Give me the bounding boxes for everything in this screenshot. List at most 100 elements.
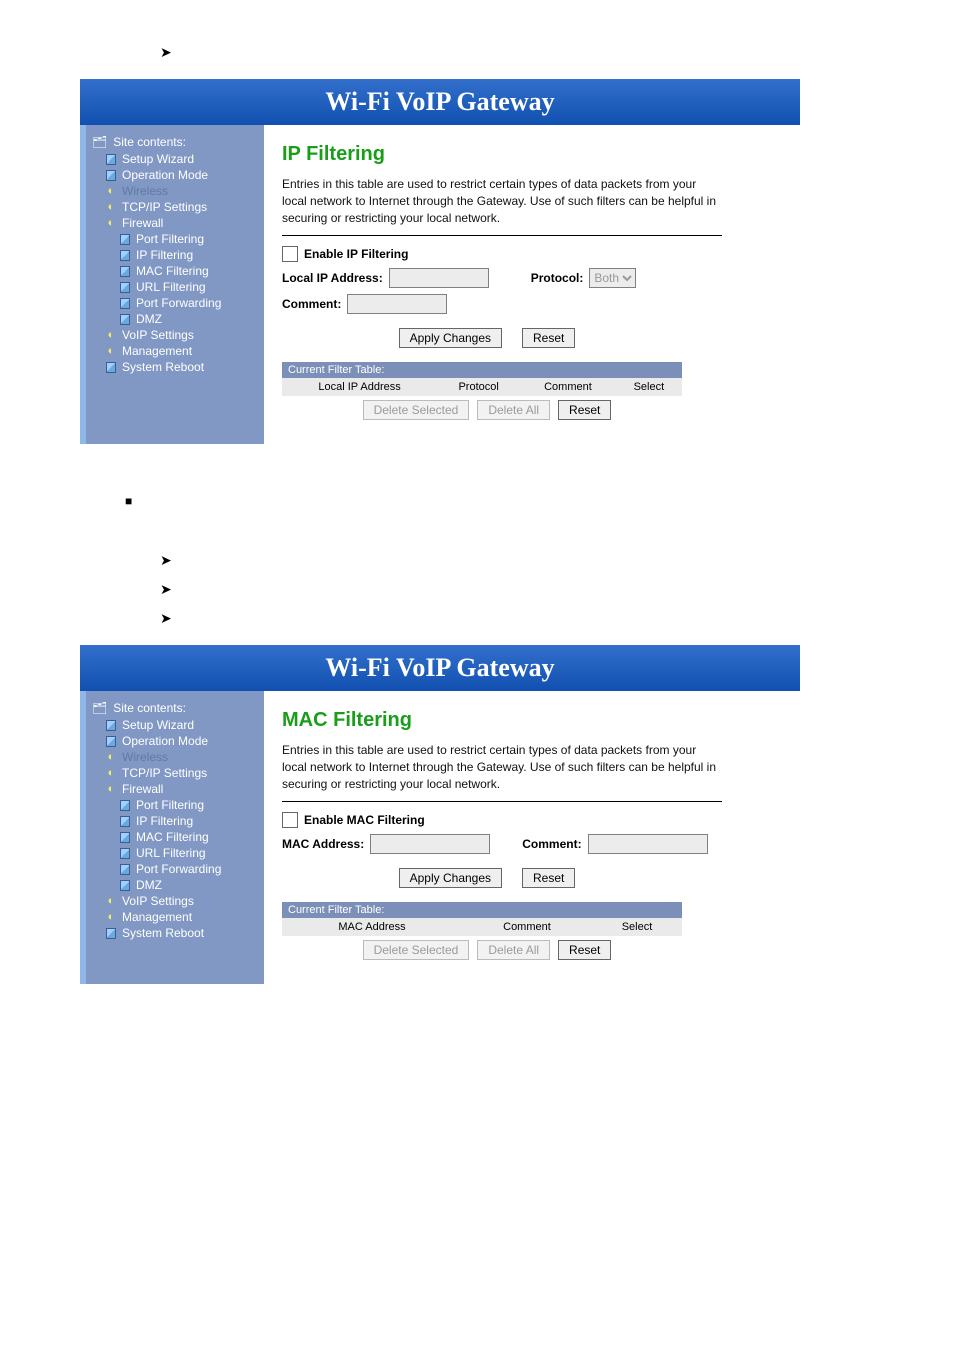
page-icon <box>120 266 130 276</box>
local-ip-input[interactable] <box>389 268 489 288</box>
table-title: Current Filter Table: <box>282 902 682 918</box>
banner-title: Wi-Fi VoIP Gateway <box>80 79 800 125</box>
col-mac-address: MAC Address <box>282 918 462 936</box>
col-comment: Comment <box>462 918 592 936</box>
page-icon <box>106 170 116 180</box>
reset-button[interactable]: Reset <box>522 328 575 348</box>
apply-changes-button[interactable]: Apply Changes <box>399 328 502 348</box>
sidebar-item-mac-filtering[interactable]: MAC Filtering <box>92 829 260 845</box>
page-icon <box>106 720 116 730</box>
page-icon <box>120 282 130 292</box>
sidebar-item-url-filtering[interactable]: URL Filtering <box>92 845 260 861</box>
sidebar-item-operation-mode[interactable]: Operation Mode <box>92 167 260 183</box>
sidebar-root-label: Site contents: <box>113 135 186 149</box>
sidebar-root-label: Site contents: <box>113 701 186 715</box>
enable-mac-filtering-checkbox[interactable] <box>282 812 298 828</box>
page-bullet-arrow: ➤ <box>0 548 954 577</box>
tree-root-icon: 🗂 <box>92 701 107 715</box>
sidebar-item-voip[interactable]: ◐VoIP Settings <box>92 327 260 343</box>
sidebar: 🗂 Site contents: Setup Wizard Operation … <box>86 125 264 444</box>
page-icon <box>120 816 130 826</box>
page-bullet-arrow: ➤ <box>0 40 954 69</box>
sidebar-item-system-reboot[interactable]: System Reboot <box>92 925 260 941</box>
page-bullet-arrow: ➤ <box>0 606 954 635</box>
sidebar-item-port-forwarding[interactable]: Port Forwarding <box>92 295 260 311</box>
comment-input[interactable] <box>588 834 708 854</box>
page-description: Entries in this table are used to restri… <box>282 742 722 793</box>
sidebar-item-setup-wizard[interactable]: Setup Wizard <box>92 151 260 167</box>
sidebar-item-management[interactable]: ◐Management <box>92 909 260 925</box>
enable-mac-filtering-label: Enable MAC Filtering <box>304 813 425 827</box>
page-bullet-arrow: ➤ <box>0 577 954 606</box>
page-icon <box>120 880 130 890</box>
sidebar-item-dmz[interactable]: DMZ <box>92 311 260 327</box>
sidebar-item-firewall[interactable]: ◐Firewall <box>92 781 260 797</box>
delete-all-button[interactable]: Delete All <box>477 940 550 960</box>
enable-ip-filtering-checkbox[interactable] <box>282 246 298 262</box>
folder-icon: ◐ <box>106 752 116 762</box>
sidebar-item-mac-filtering[interactable]: MAC Filtering <box>92 263 260 279</box>
content-area: MAC Filtering Entries in this table are … <box>264 691 800 984</box>
sidebar-item-port-forwarding[interactable]: Port Forwarding <box>92 861 260 877</box>
table-title: Current Filter Table: <box>282 362 682 378</box>
enable-ip-filtering-label: Enable IP Filtering <box>304 247 408 261</box>
sidebar-item-wireless[interactable]: ◐Wireless <box>92 183 260 199</box>
sidebar: 🗂 Site contents: Setup Wizard Operation … <box>86 691 264 984</box>
col-protocol: Protocol <box>437 378 520 396</box>
sidebar-item-dmz[interactable]: DMZ <box>92 877 260 893</box>
folder-icon: ◐ <box>106 346 116 356</box>
folder-icon: ◐ <box>106 202 116 212</box>
delete-all-button[interactable]: Delete All <box>477 400 550 420</box>
sidebar-item-operation-mode[interactable]: Operation Mode <box>92 733 260 749</box>
sidebar-item-url-filtering[interactable]: URL Filtering <box>92 279 260 295</box>
sidebar-item-setup-wizard[interactable]: Setup Wizard <box>92 717 260 733</box>
sidebar-item-tcpip[interactable]: ◐TCP/IP Settings <box>92 765 260 781</box>
page-icon <box>120 832 130 842</box>
sidebar-item-tcpip[interactable]: ◐TCP/IP Settings <box>92 199 260 215</box>
reset-table-button[interactable]: Reset <box>558 400 611 420</box>
content-area: IP Filtering Entries in this table are u… <box>264 125 800 444</box>
comment-label: Comment: <box>282 297 341 311</box>
sidebar-item-ip-filtering[interactable]: IP Filtering <box>92 813 260 829</box>
filter-table: Current Filter Table: Local IP Address P… <box>282 362 682 396</box>
col-comment: Comment <box>520 378 616 396</box>
panel-ip-filtering: Wi-Fi VoIP Gateway 🗂 Site contents: Setu… <box>80 79 800 444</box>
divider <box>282 235 722 236</box>
comment-input[interactable] <box>347 294 447 314</box>
sidebar-item-port-filtering[interactable]: Port Filtering <box>92 231 260 247</box>
page-icon <box>120 848 130 858</box>
sidebar-item-port-filtering[interactable]: Port Filtering <box>92 797 260 813</box>
page-icon <box>106 928 116 938</box>
folder-icon: ◐ <box>106 912 116 922</box>
folder-icon: ◐ <box>106 186 116 196</box>
folder-icon: ◐ <box>106 784 116 794</box>
filter-table: Current Filter Table: MAC Address Commen… <box>282 902 682 936</box>
reset-button[interactable]: Reset <box>522 868 575 888</box>
page-icon <box>120 298 130 308</box>
page-bullet-square: ■ <box>0 488 954 514</box>
sidebar-item-management[interactable]: ◐Management <box>92 343 260 359</box>
reset-table-button[interactable]: Reset <box>558 940 611 960</box>
page-title: MAC Filtering <box>282 709 780 732</box>
delete-selected-button[interactable]: Delete Selected <box>363 400 470 420</box>
tree-root-icon: 🗂 <box>92 135 107 149</box>
col-select: Select <box>616 378 682 396</box>
page-title: IP Filtering <box>282 143 780 166</box>
sidebar-root: 🗂 Site contents: <box>92 135 260 149</box>
delete-selected-button[interactable]: Delete Selected <box>363 940 470 960</box>
protocol-label: Protocol: <box>531 271 584 285</box>
sidebar-item-system-reboot[interactable]: System Reboot <box>92 359 260 375</box>
sidebar-item-voip[interactable]: ◐VoIP Settings <box>92 893 260 909</box>
sidebar-list: Setup Wizard Operation Mode ◐Wireless ◐T… <box>92 717 260 941</box>
folder-icon: ◐ <box>106 896 116 906</box>
page-icon <box>106 736 116 746</box>
apply-changes-button[interactable]: Apply Changes <box>399 868 502 888</box>
protocol-select[interactable]: Both <box>589 268 636 288</box>
sidebar-item-ip-filtering[interactable]: IP Filtering <box>92 247 260 263</box>
mac-address-input[interactable] <box>370 834 490 854</box>
page-icon <box>120 314 130 324</box>
sidebar-item-firewall[interactable]: ◐Firewall <box>92 215 260 231</box>
sidebar-item-wireless[interactable]: ◐Wireless <box>92 749 260 765</box>
mac-address-label: MAC Address: <box>282 837 364 851</box>
folder-icon: ◐ <box>106 330 116 340</box>
